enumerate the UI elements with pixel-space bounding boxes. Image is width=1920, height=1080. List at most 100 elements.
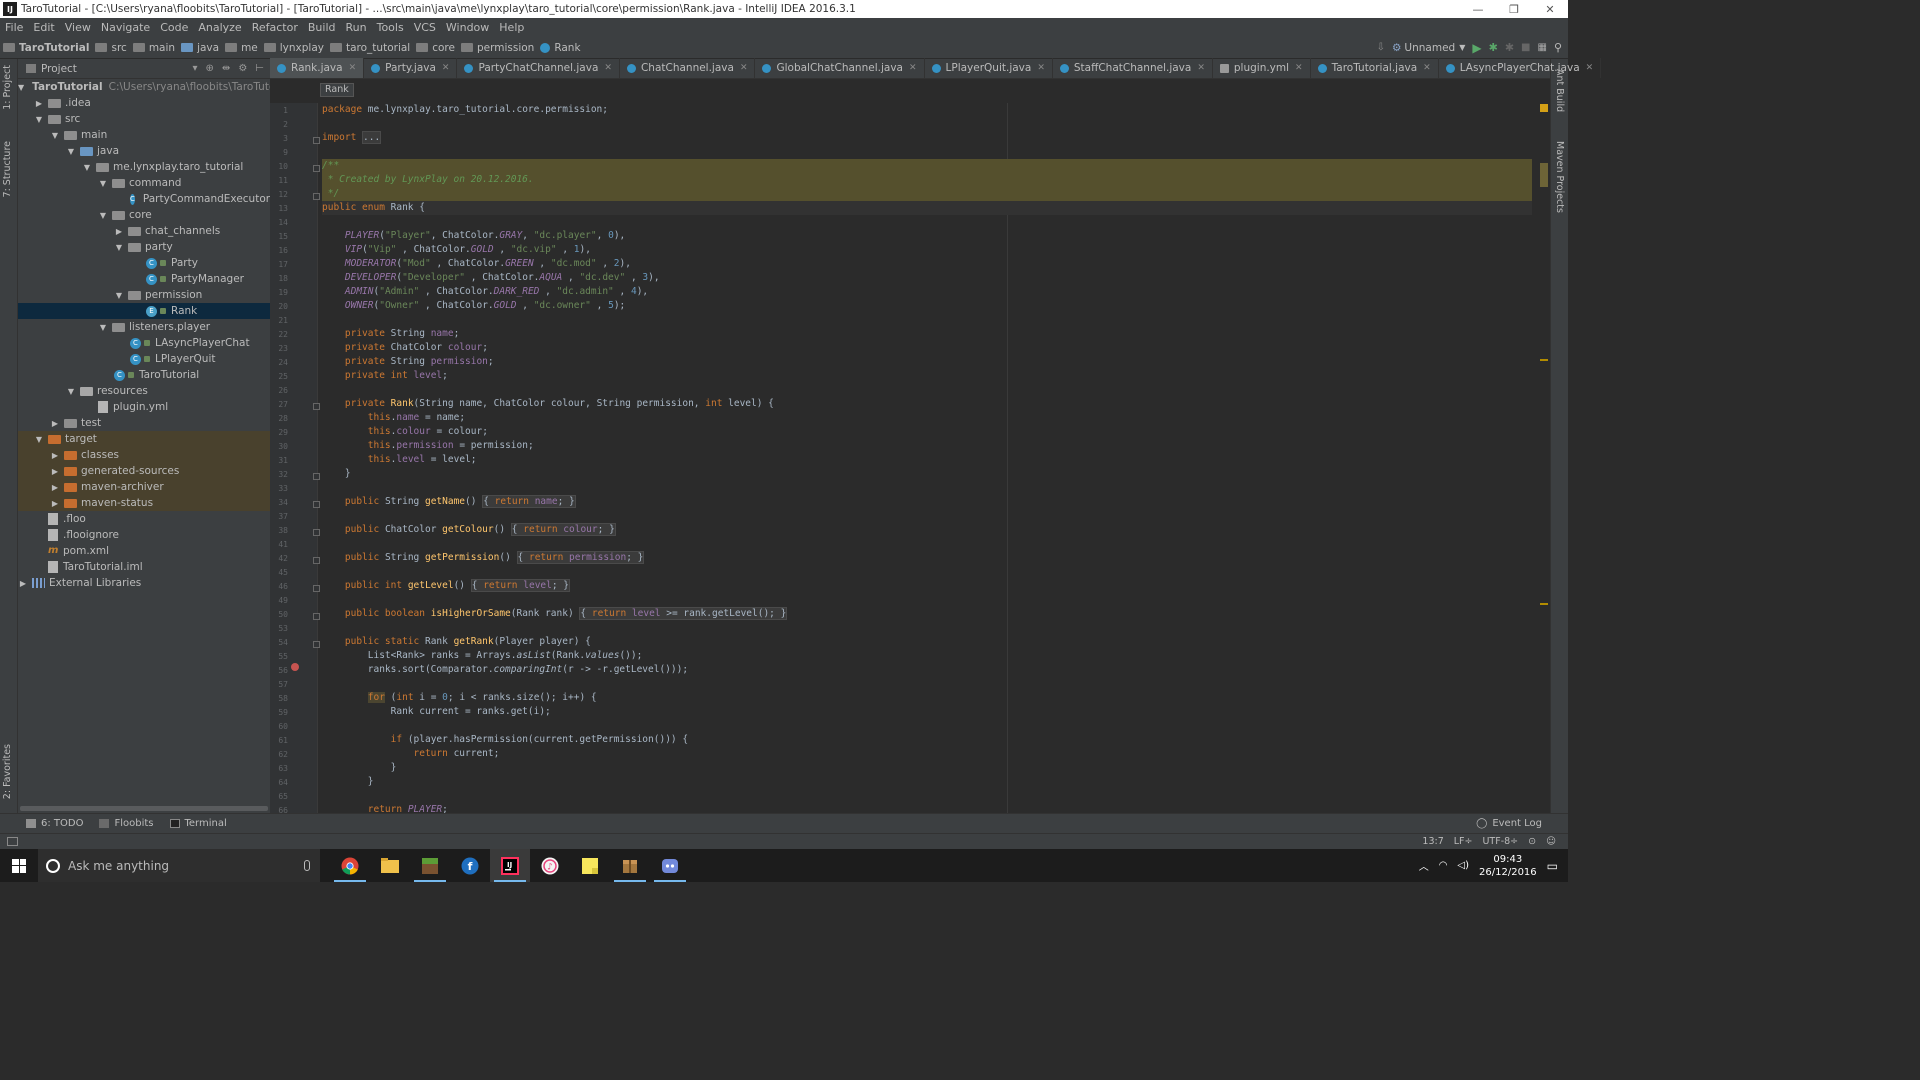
fold-marker-icon[interactable] [313, 193, 320, 200]
code-editor[interactable]: Rank 1 2 3 9 10 11 12 13 14 15 16 17 18 … [270, 79, 1550, 815]
menu-vcs[interactable]: VCS [409, 21, 441, 34]
fold-marker-icon[interactable] [313, 585, 320, 592]
breadcrumb-taro-tutorial[interactable]: taro_tutorial [327, 42, 413, 54]
chevron-down-icon[interactable]: ▼ [66, 147, 76, 156]
close-icon[interactable]: ✕ [1037, 63, 1045, 73]
taskbar-chrome[interactable] [330, 849, 370, 882]
tab-lasyncplayerchat-java[interactable]: LAsyncPlayerChat.java ✕ [1439, 58, 1602, 78]
tree-item[interactable]: ▶ chat_channels [18, 223, 270, 239]
search-icon[interactable]: ⚲ [1554, 41, 1562, 54]
tree-item[interactable]: C Party [18, 255, 270, 271]
menu-help[interactable]: Help [494, 21, 529, 34]
tree-item[interactable]: ▼ java [18, 143, 270, 159]
chevron-down-icon[interactable]: ▼ [34, 115, 44, 124]
tree-item[interactable]: C PartyCommandExecutor [18, 191, 270, 207]
taskbar-box-app[interactable] [610, 849, 650, 882]
lock-icon[interactable]: ⊙ [1528, 836, 1536, 847]
chevron-down-icon[interactable]: ▼ [82, 163, 92, 172]
favorites-tool-tab[interactable]: 2: Favorites [2, 744, 13, 799]
chevron-up-icon[interactable]: ︿ [1419, 858, 1429, 873]
taskbar-minecraft[interactable] [410, 849, 450, 882]
wifi-icon[interactable]: ◠ [1439, 860, 1448, 871]
tree-item[interactable]: ▼ party [18, 239, 270, 255]
gear-icon[interactable]: ⚙ [238, 63, 247, 74]
fold-marker-icon[interactable] [313, 137, 320, 144]
taskbar-sticky-notes[interactable] [570, 849, 610, 882]
menu-run[interactable]: Run [341, 21, 372, 34]
code-area[interactable]: package me.lynxplay.taro_tutorial.core.p… [322, 103, 1532, 813]
tree-item[interactable]: m pom.xml [18, 543, 270, 559]
tree-item[interactable]: ▶ test [18, 415, 270, 431]
breadcrumb-permission[interactable]: permission [458, 42, 537, 54]
terminal-tool-button[interactable]: Terminal [162, 818, 235, 829]
tree-item[interactable]: ▶ External Libraries [18, 575, 270, 591]
file-encoding[interactable]: UTF-8÷ [1482, 836, 1518, 847]
close-icon[interactable]: ✕ [442, 63, 450, 73]
close-icon[interactable]: ✕ [740, 63, 748, 73]
inspector-icon[interactable]: ☺ [1546, 836, 1556, 847]
tree-item[interactable]: .floo [18, 511, 270, 527]
tab-partychatchannel-java[interactable]: PartyChatChannel.java ✕ [457, 58, 620, 78]
fold-marker-icon[interactable] [313, 529, 320, 536]
breadcrumb-core[interactable]: core [413, 42, 458, 54]
tree-item[interactable]: ▶ classes [18, 447, 270, 463]
fold-marker-icon[interactable] [313, 403, 320, 410]
menu-file[interactable]: File [0, 21, 28, 34]
chevron-down-icon[interactable]: ▼ [98, 211, 108, 220]
tree-item[interactable]: ▶ maven-archiver [18, 479, 270, 495]
tree-item[interactable]: C TaroTutorial [18, 367, 270, 383]
maven-projects-tool-tab[interactable]: Maven Projects [1554, 141, 1565, 213]
scroll-marker[interactable] [1540, 603, 1548, 605]
tree-item[interactable]: ▼ listeners.player [18, 319, 270, 335]
tree-item[interactable]: ▼ main [18, 127, 270, 143]
fold-marker-icon[interactable] [313, 641, 320, 648]
project-structure-icon[interactable]: ▦ [1537, 42, 1546, 53]
tree-item[interactable]: TaroTutorial.iml [18, 559, 270, 575]
tree-item[interactable]: ▼ core [18, 207, 270, 223]
breadcrumb-java[interactable]: java [178, 42, 222, 54]
run-configuration-select[interactable]: ⚙ Unnamed ▼ [1392, 42, 1465, 54]
hide-icon[interactable]: ⊢ [255, 63, 264, 74]
tab-party-java[interactable]: Party.java ✕ [364, 58, 458, 78]
menu-build[interactable]: Build [303, 21, 341, 34]
scrollbar-thumb[interactable] [20, 806, 268, 811]
breadcrumb-me[interactable]: me [222, 42, 261, 54]
stop-icon[interactable]: ■ [1521, 42, 1530, 53]
chevron-down-icon[interactable]: ▼ [98, 323, 108, 332]
menu-refactor[interactable]: Refactor [247, 21, 303, 34]
chevron-down-icon[interactable]: ▼ [18, 83, 24, 92]
collapse-icon[interactable]: ⇹ [222, 63, 230, 74]
restore-icon[interactable]: ❐ [1496, 3, 1532, 16]
chevron-right-icon[interactable]: ▶ [50, 451, 60, 460]
build-icon[interactable]: ⇩ [1377, 42, 1385, 53]
fold-marker-icon[interactable] [313, 613, 320, 620]
start-button[interactable] [0, 849, 38, 882]
scroll-marker[interactable] [1540, 163, 1548, 187]
tree-item[interactable]: ▼ src [18, 111, 270, 127]
menu-navigate[interactable]: Navigate [96, 21, 155, 34]
vertical-scrollbar[interactable] [1538, 103, 1550, 813]
warning-icon[interactable] [1540, 104, 1548, 112]
chevron-down-icon[interactable]: ▼ [66, 387, 76, 396]
taskbar-discord[interactable] [650, 849, 690, 882]
debug-icon[interactable]: ✱ [1489, 41, 1498, 54]
sync-icon[interactable]: ⊕ [206, 63, 214, 74]
tab-rank-java[interactable]: Rank.java ✕ [270, 58, 365, 78]
chevron-down-icon[interactable]: ▼ [114, 291, 124, 300]
chevron-right-icon[interactable]: ▶ [50, 467, 60, 476]
fold-marker-icon[interactable] [313, 165, 320, 172]
floobits-tool-button[interactable]: Floobits [91, 818, 161, 829]
chevron-right-icon[interactable]: ▶ [114, 227, 124, 236]
tool-windows-icon[interactable] [7, 837, 18, 846]
scroll-marker[interactable] [1540, 359, 1548, 361]
chevron-down-icon[interactable]: ▼ [114, 243, 124, 252]
close-icon[interactable]: ✕ [909, 63, 917, 73]
structure-tool-tab[interactable]: 7: Structure [2, 141, 13, 197]
tree-item[interactable]: ▶ generated-sources [18, 463, 270, 479]
tree-item[interactable]: .flooignore [18, 527, 270, 543]
tree-item-selected[interactable]: E Rank [18, 303, 270, 319]
breadcrumb-main[interactable]: main [130, 42, 178, 54]
tree-item[interactable]: ▶ maven-status [18, 495, 270, 511]
todo-tool-button[interactable]: 6: TODO [18, 818, 91, 829]
chevron-right-icon[interactable]: ▶ [34, 99, 44, 108]
